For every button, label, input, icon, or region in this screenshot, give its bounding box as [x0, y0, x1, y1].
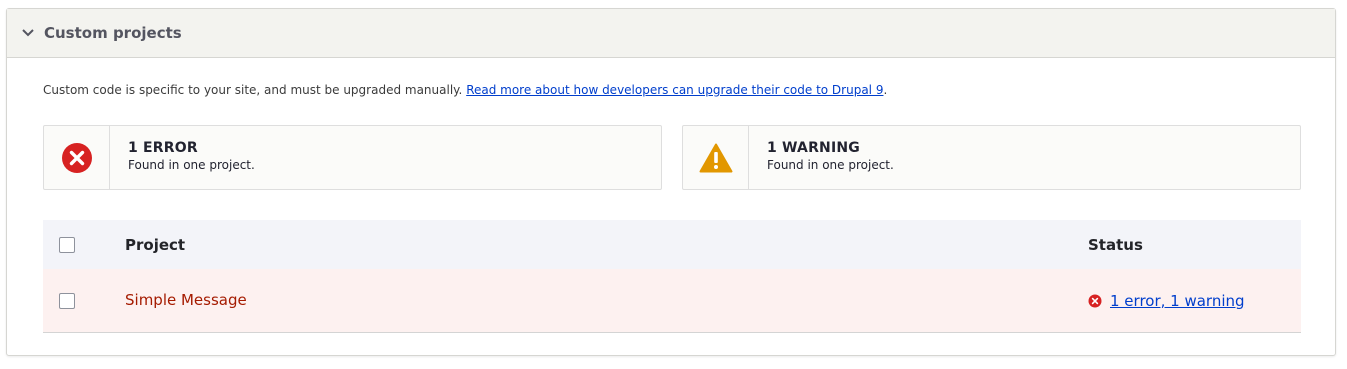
table-header-row: Project Status — [43, 220, 1301, 269]
warning-summary-icon-cell — [683, 126, 749, 189]
error-summary-icon-cell — [44, 126, 110, 189]
warning-count: 1 WARNING — [767, 140, 860, 156]
error-count: 1 ERROR — [128, 140, 198, 156]
panel-header-toggle[interactable]: Custom projects — [7, 9, 1335, 58]
warning-summary: 1 WARNING Found in one project. — [682, 125, 1301, 190]
table-row: Simple Message 1 error, 1 warning — [43, 269, 1301, 332]
projects-table: Project Status Simple Message 1 error, 1… — [43, 220, 1301, 333]
warning-triangle-icon — [699, 143, 732, 172]
status-link[interactable]: 1 error, 1 warning — [1110, 292, 1245, 310]
error-circle-icon — [1088, 294, 1102, 307]
custom-projects-panel: Custom projects Custom code is specific … — [6, 8, 1336, 356]
error-summary: 1 ERROR Found in one project. — [43, 125, 662, 190]
chevron-down-icon — [21, 26, 35, 40]
project-name: Simple Message — [125, 291, 247, 310]
warning-description: Found in one project. — [767, 158, 894, 172]
intro-description: Custom code is specific to your site, an… — [43, 83, 467, 97]
row-select-checkbox[interactable] — [59, 292, 75, 309]
project-column-header: Project — [125, 235, 186, 254]
select-all-checkbox[interactable] — [59, 237, 75, 253]
panel-title: Custom projects — [44, 24, 182, 42]
intro-text: Custom code is specific to your site, an… — [43, 83, 887, 97]
intro-trailing: . — [883, 83, 888, 97]
error-description: Found in one project. — [128, 158, 255, 172]
upgrade-docs-link[interactable]: Read more about how developers can upgra… — [466, 83, 883, 97]
status-column-header: Status — [1088, 235, 1143, 254]
error-circle-icon — [61, 142, 92, 173]
